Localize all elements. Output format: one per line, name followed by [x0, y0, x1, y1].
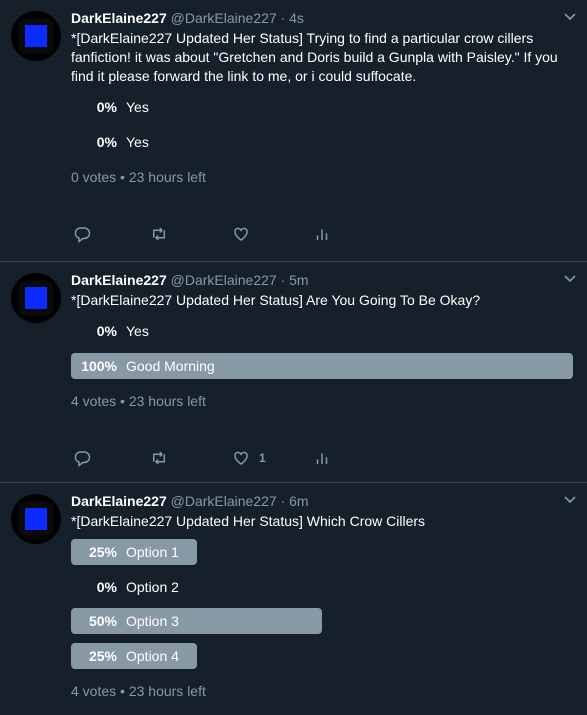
poll: 25% Option 1 0% Option 2 50% Option 3 25…	[71, 539, 573, 669]
retweet-icon	[153, 226, 165, 241]
user-handle[interactable]: @DarkElaine227	[171, 493, 277, 509]
separator-dot: ·	[280, 10, 286, 26]
poll-percent: 25%	[88, 647, 117, 664]
poll-option: 25% Option 1	[71, 539, 573, 565]
poll-option-label: Option 2	[126, 578, 179, 595]
tweet[interactable]: DarkElaine227 @DarkElaine227 · 4s *[Dark…	[0, 0, 587, 262]
timestamp[interactable]: 4s	[289, 10, 304, 26]
tweet-content: DarkElaine227 @DarkElaine227 · 6m *[Dark…	[71, 492, 573, 700]
timestamp[interactable]: 5m	[289, 272, 308, 288]
like-button[interactable]	[232, 224, 259, 244]
like-icon	[234, 227, 248, 241]
tweet-actions	[71, 224, 573, 244]
poll-option: 0% Yes	[71, 129, 573, 155]
tweet-header: DarkElaine227 @DarkElaine227 · 4s	[71, 9, 573, 27]
tweet-header: DarkElaine227 @DarkElaine227 · 6m	[71, 492, 573, 510]
user-handle[interactable]: @DarkElaine227	[171, 10, 277, 26]
reply-icon	[74, 226, 91, 243]
reply-icon	[74, 450, 91, 467]
tweet-text: *[DarkElaine227 Updated Her Status] Are …	[71, 292, 481, 308]
tweet[interactable]: DarkElaine227 @DarkElaine227 · 5m *[Dark…	[0, 262, 587, 483]
separator-dot: ·	[280, 272, 286, 288]
separator-dot: ·	[280, 493, 286, 509]
avatar[interactable]	[11, 273, 61, 323]
analytics-button[interactable]	[313, 448, 331, 468]
tweet-content: DarkElaine227 @DarkElaine227 · 5m *[Dark…	[71, 271, 573, 468]
avatar[interactable]	[11, 494, 61, 544]
poll-meta: 4 votes • 23 hours left	[71, 392, 206, 409]
analytics-button[interactable]	[313, 224, 331, 244]
like-button[interactable]: 1	[232, 448, 266, 468]
like-count: 1	[259, 450, 266, 465]
poll-option: 0% Yes	[71, 318, 573, 344]
display-name[interactable]: DarkElaine227	[71, 272, 167, 288]
poll-option: 100% Good Morning	[71, 352, 573, 379]
poll: 0% Yes 0% Yes	[71, 94, 573, 155]
poll-option-label: Yes	[126, 133, 149, 150]
tweet-text: *[DarkElaine227 Updated Her Status] Whic…	[71, 513, 426, 529]
poll-meta: 0 votes • 23 hours left	[71, 168, 206, 185]
poll-option-label: Yes	[126, 99, 149, 115]
retweet-button[interactable]	[150, 448, 168, 468]
reply-button[interactable]	[73, 224, 91, 244]
user-handle[interactable]: @DarkElaine227	[171, 272, 277, 288]
poll-option-label: Yes	[126, 323, 149, 339]
analytics-icon	[316, 453, 328, 464]
timestamp[interactable]: 6m	[289, 493, 308, 509]
timeline-feed: DarkElaine227 @DarkElaine227 · 4s *[Dark…	[0, 0, 587, 715]
retweet-button[interactable]	[150, 224, 168, 244]
poll-option-label: Option 3	[126, 613, 179, 629]
like-icon	[234, 451, 248, 465]
poll-option-label: Good Morning	[126, 357, 215, 374]
poll-option: 25% Option 4	[71, 642, 573, 669]
tweet-actions: 1	[71, 448, 573, 468]
poll-option: 50% Option 3	[71, 608, 573, 634]
display-name[interactable]: DarkElaine227	[71, 10, 167, 26]
poll-meta: 4 votes • 23 hours left	[71, 682, 206, 699]
retweet-icon	[153, 450, 165, 465]
poll-percent: 100%	[81, 357, 117, 374]
display-name[interactable]: DarkElaine227	[71, 493, 167, 509]
reply-button[interactable]	[73, 448, 91, 468]
poll: 0% Yes 100% Good Morning	[71, 318, 573, 379]
poll-percent: 0%	[96, 133, 117, 150]
poll-percent: 25%	[88, 544, 117, 560]
poll-option: 0% Yes	[71, 94, 573, 120]
avatar[interactable]	[11, 11, 61, 61]
poll-percent: 0%	[96, 323, 117, 339]
poll-percent: 50%	[88, 613, 117, 629]
poll-option-label: Option 1	[126, 544, 179, 560]
tweet[interactable]: DarkElaine227 @DarkElaine227 · 6m *[Dark…	[0, 483, 587, 715]
poll-percent: 0%	[96, 578, 117, 595]
tweet-header: DarkElaine227 @DarkElaine227 · 5m	[71, 271, 573, 289]
poll-percent: 0%	[96, 99, 117, 115]
tweet-content: DarkElaine227 @DarkElaine227 · 4s *[Dark…	[71, 9, 573, 244]
poll-option-label: Option 4	[126, 647, 179, 664]
poll-option: 0% Option 2	[71, 574, 573, 600]
analytics-icon	[316, 229, 328, 240]
tweet-text: *[DarkElaine227 Updated Her Status] Tryi…	[71, 30, 558, 84]
